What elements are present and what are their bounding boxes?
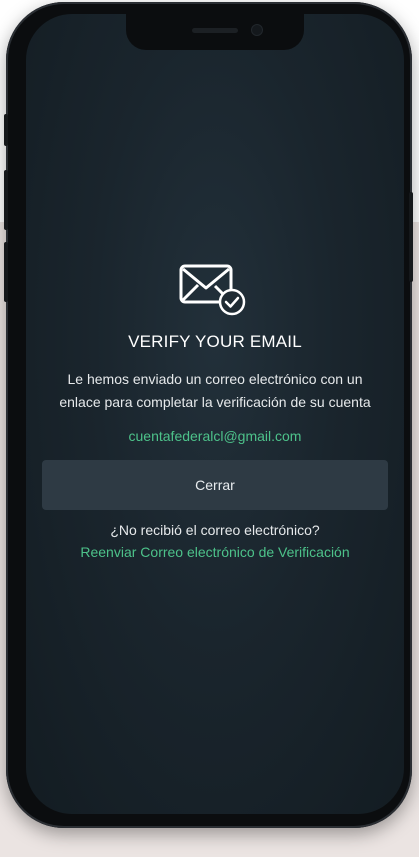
resend-verification-link[interactable]: Reenviar Correo electrónico de Verificac… bbox=[26, 544, 404, 560]
close-button[interactable]: Cerrar bbox=[42, 460, 388, 510]
message-line-2: enlace para completar la verificación de… bbox=[59, 394, 371, 410]
front-camera bbox=[252, 25, 262, 35]
verify-email-panel: VERIFY YOUR EMAIL Le hemos enviado un co… bbox=[26, 264, 404, 560]
notch bbox=[126, 14, 304, 50]
volume-up-button bbox=[4, 170, 8, 230]
verification-message: Le hemos enviado un correo electrónico c… bbox=[26, 368, 404, 414]
page-title: VERIFY YOUR EMAIL bbox=[128, 332, 302, 351]
speaker-grille bbox=[192, 28, 238, 33]
email-address: cuentafederalcl@gmail.com bbox=[128, 428, 302, 444]
power-button bbox=[409, 192, 413, 282]
phone-frame: VERIFY YOUR EMAIL Le hemos enviado un co… bbox=[4, 2, 413, 828]
not-received-text: ¿No recibió el correo electrónico? bbox=[110, 522, 320, 538]
phone-screen: VERIFY YOUR EMAIL Le hemos enviado un co… bbox=[26, 14, 404, 814]
email-verified-icon bbox=[179, 264, 251, 316]
mute-switch bbox=[4, 114, 8, 146]
message-line-1: Le hemos enviado un correo electrónico c… bbox=[67, 371, 363, 387]
volume-down-button bbox=[4, 242, 8, 302]
